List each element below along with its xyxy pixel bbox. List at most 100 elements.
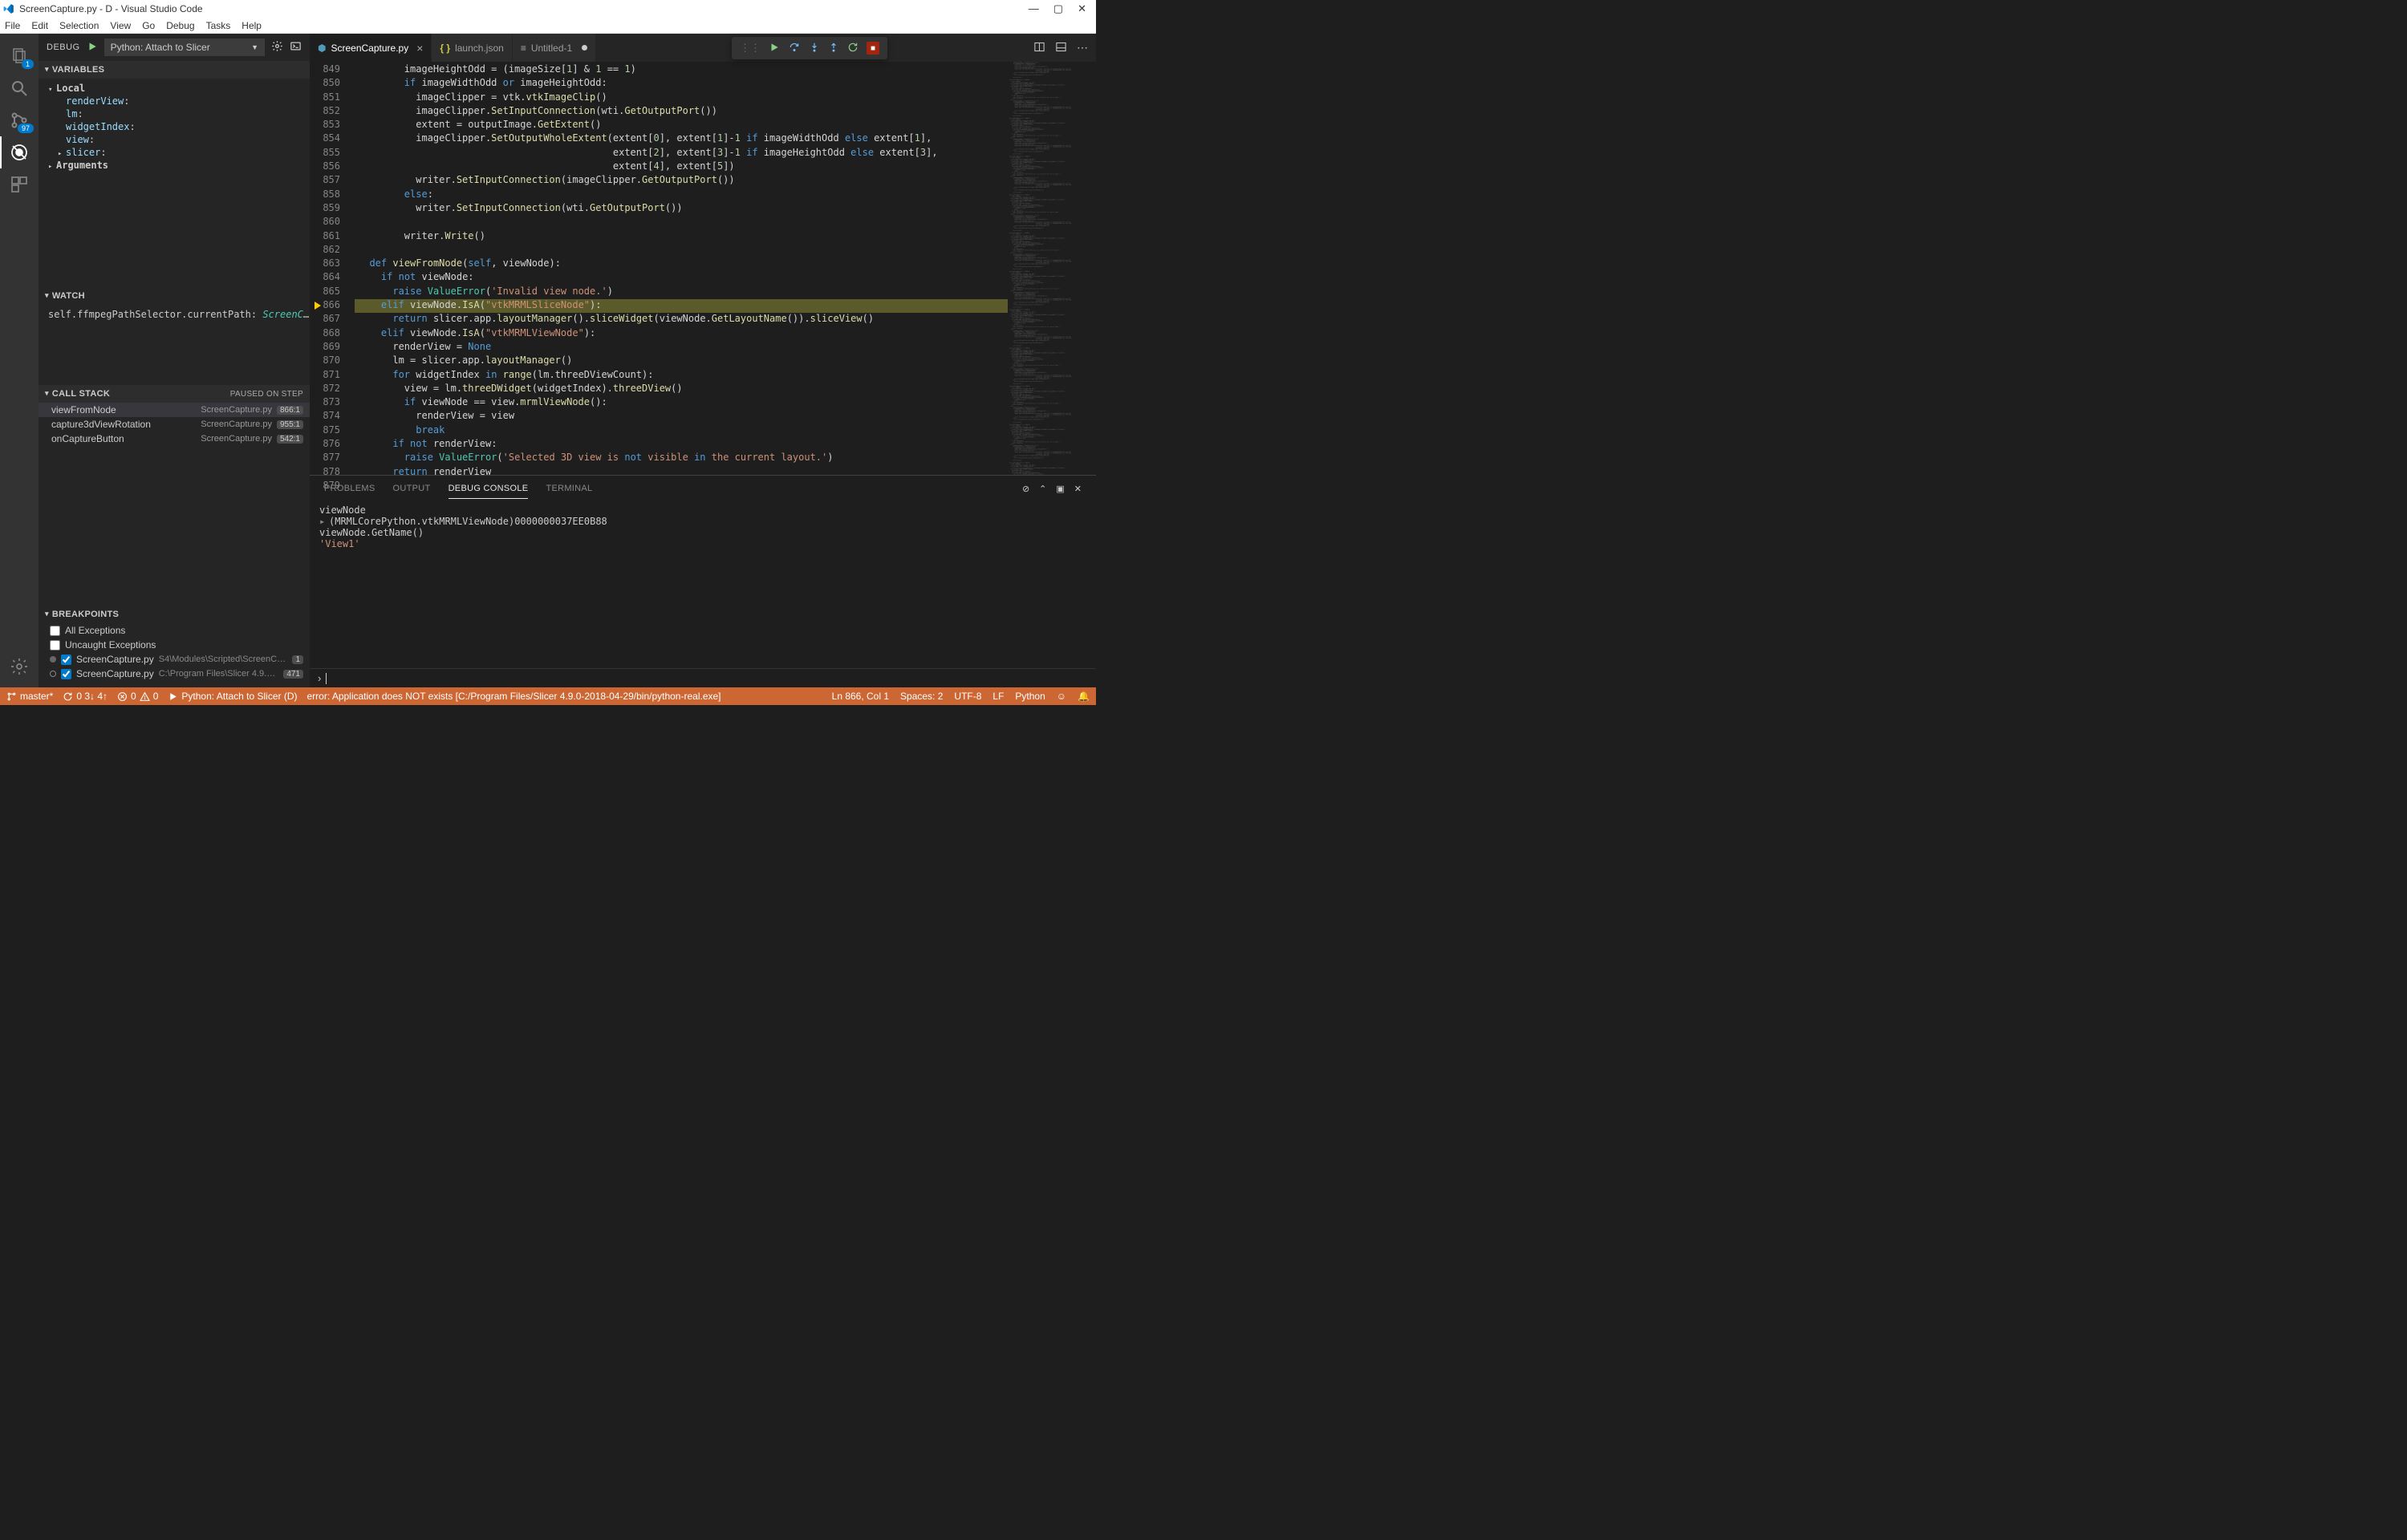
- activity-debug[interactable]: [0, 136, 39, 168]
- variable-row[interactable]: widgetIndex:: [39, 120, 310, 133]
- explorer-badge: 1: [22, 59, 34, 69]
- breakpoint-row[interactable]: Uncaught Exceptions: [39, 638, 310, 652]
- breakpoint-row[interactable]: All Exceptions: [39, 623, 310, 638]
- editor-tab[interactable]: ⬢ScreenCapture.py×: [310, 34, 432, 62]
- restart-button[interactable]: [847, 42, 858, 55]
- status-errors[interactable]: 0 0: [117, 691, 158, 702]
- variable-row[interactable]: lm:: [39, 107, 310, 120]
- breakpoints-list: All ExceptionsUncaught ExceptionsScreenC…: [39, 623, 310, 687]
- variables-tree: ▾Local renderView: lm: widgetIndex: view…: [39, 79, 310, 175]
- tab-output[interactable]: OUTPUT: [393, 484, 431, 493]
- tab-debug-console[interactable]: DEBUG CONSOLE: [449, 484, 529, 499]
- tab-close-icon[interactable]: ×: [416, 42, 423, 55]
- menubar: File Edit Selection View Go Debug Tasks …: [0, 18, 1096, 34]
- console-line: viewNode: [319, 505, 1086, 516]
- menu-edit[interactable]: Edit: [31, 20, 48, 31]
- variable-row[interactable]: view:: [39, 133, 310, 146]
- watch-tree: self.ffmpegPathSelector.currentPath: Scr…: [39, 305, 310, 385]
- debug-console-input[interactable]: ›: [310, 668, 1096, 687]
- breakpoint-row[interactable]: ScreenCapture.pyS4\Modules\Scripted\Scre…: [39, 652, 310, 667]
- maximize-button[interactable]: ▢: [1053, 2, 1063, 15]
- line-gutter[interactable]: 8498508518528538548558568578588598608618…: [310, 62, 355, 475]
- debug-settings-icon[interactable]: [271, 40, 283, 55]
- start-debug-button[interactable]: [87, 41, 98, 55]
- menu-file[interactable]: File: [5, 20, 20, 31]
- status-encoding[interactable]: UTF-8: [954, 691, 981, 702]
- activitybar: 1 97: [0, 34, 39, 687]
- titlebar: ScreenCapture.py - D - Visual Studio Cod…: [0, 0, 1096, 18]
- debug-config-toolbar: DEBUG Python: Attach to Slicer ▼: [39, 34, 310, 61]
- variable-row[interactable]: ▸slicer:: [39, 146, 310, 159]
- toggle-panel-icon[interactable]: [1055, 41, 1067, 55]
- status-sync[interactable]: 0 3↓ 4↑: [63, 691, 108, 702]
- console-line: viewNode.GetName(): [319, 527, 1086, 538]
- statusbar: master* 0 3↓ 4↑ 0 0 Python: Attach to Sl…: [0, 687, 1096, 705]
- stop-button[interactable]: ■: [867, 42, 879, 55]
- menu-help[interactable]: Help: [242, 20, 262, 31]
- variables-header[interactable]: ▾VARIABLES: [39, 61, 310, 79]
- activity-extensions[interactable]: [0, 168, 39, 201]
- drag-handle-icon[interactable]: ⋮⋮: [740, 42, 761, 55]
- window-title: ScreenCapture.py - D - Visual Studio Cod…: [19, 3, 1029, 14]
- status-feedback-icon[interactable]: ☺: [1057, 691, 1066, 702]
- step-out-button[interactable]: [828, 42, 839, 55]
- continue-button[interactable]: [769, 42, 780, 55]
- step-into-button[interactable]: [809, 42, 820, 55]
- console-line: ▸(MRMLCorePython.vtkMRMLViewNode)0000000…: [319, 516, 1086, 527]
- callstack-frame[interactable]: capture3dViewRotationScreenCapture.py955…: [39, 417, 310, 432]
- callstack-header[interactable]: ▾CALL STACK PAUSED ON STEP: [39, 385, 310, 403]
- editor-body[interactable]: 8498508518528538548558568578588598608618…: [310, 62, 1096, 475]
- status-eol[interactable]: LF: [992, 691, 1004, 702]
- callstack-list: viewFromNodeScreenCapture.py866:1capture…: [39, 403, 310, 446]
- activity-search[interactable]: [0, 72, 39, 104]
- collapse-icon[interactable]: ⌃: [1039, 484, 1046, 494]
- menu-tasks[interactable]: Tasks: [206, 20, 231, 31]
- editor-tab[interactable]: ≡Untitled-1: [513, 34, 596, 62]
- status-error-message[interactable]: error: Application does NOT exists [C:/P…: [306, 691, 720, 702]
- code-content[interactable]: imageHeightOdd = (imageSize[1] & 1 == 1)…: [355, 62, 1008, 475]
- debug-console-icon[interactable]: [290, 40, 302, 55]
- vscode-logo-icon: [3, 3, 14, 14]
- sidebar: DEBUG Python: Attach to Slicer ▼ ▾VARIAB…: [39, 34, 310, 687]
- close-button[interactable]: ✕: [1078, 2, 1086, 15]
- variable-row[interactable]: renderView:: [39, 95, 310, 107]
- menu-go[interactable]: Go: [142, 20, 155, 31]
- status-branch[interactable]: master*: [6, 691, 53, 702]
- debug-config-select[interactable]: Python: Attach to Slicer ▼: [104, 38, 265, 56]
- callstack-frame[interactable]: viewFromNodeScreenCapture.py866:1: [39, 403, 310, 417]
- panel-close-icon[interactable]: ✕: [1074, 484, 1082, 494]
- activity-settings[interactable]: [0, 650, 39, 683]
- editor-tab[interactable]: { }launch.json: [432, 34, 512, 62]
- panel-layout-icon[interactable]: ▣: [1056, 484, 1064, 494]
- step-over-button[interactable]: [788, 42, 801, 55]
- status-lang[interactable]: Python: [1015, 691, 1045, 702]
- console-line: 'View1': [319, 538, 1086, 549]
- breakpoints-header[interactable]: ▾BREAKPOINTS: [39, 606, 310, 623]
- watch-header[interactable]: ▾WATCH: [39, 287, 310, 305]
- debug-floating-toolbar[interactable]: ⋮⋮ ■: [732, 37, 887, 59]
- status-bell-icon[interactable]: 🔔: [1078, 691, 1090, 702]
- clear-icon[interactable]: ⊘: [1022, 484, 1029, 494]
- menu-debug[interactable]: Debug: [166, 20, 194, 31]
- bottom-panel: PROBLEMS OUTPUT DEBUG CONSOLE TERMINAL ⊘…: [310, 475, 1096, 687]
- breakpoint-row[interactable]: ScreenCapture.pyC:\Program Files\Slicer …: [39, 667, 310, 681]
- menu-selection[interactable]: Selection: [59, 20, 99, 31]
- scm-badge: 97: [18, 124, 34, 133]
- editor-area: ⬢ScreenCapture.py×{ }launch.json≡Untitle…: [310, 34, 1096, 687]
- activity-explorer[interactable]: 1: [0, 40, 39, 72]
- callstack-frame[interactable]: onCaptureButtonScreenCapture.py542:1: [39, 432, 310, 446]
- menu-view[interactable]: View: [110, 20, 131, 31]
- status-debug-target[interactable]: Python: Attach to Slicer (D): [168, 691, 297, 702]
- debug-label: DEBUG: [47, 43, 80, 52]
- more-icon[interactable]: ⋯: [1077, 41, 1088, 55]
- debug-console-output[interactable]: viewNode▸(MRMLCorePython.vtkMRMLViewNode…: [310, 501, 1096, 668]
- split-editor-icon[interactable]: [1033, 41, 1045, 55]
- activity-scm[interactable]: 97: [0, 104, 39, 136]
- status-spaces[interactable]: Spaces: 2: [900, 691, 943, 702]
- minimap[interactable]: imageHeightOdd = (imageSize[1] & 1 == 1)…: [1008, 62, 1096, 475]
- editor-tabs: ⬢ScreenCapture.py×{ }launch.json≡Untitle…: [310, 34, 1096, 62]
- status-ln-col[interactable]: Ln 866, Col 1: [832, 691, 889, 702]
- tab-terminal[interactable]: TERMINAL: [546, 484, 592, 493]
- minimize-button[interactable]: —: [1029, 2, 1039, 15]
- panel-tabs: PROBLEMS OUTPUT DEBUG CONSOLE TERMINAL ⊘…: [310, 476, 1096, 501]
